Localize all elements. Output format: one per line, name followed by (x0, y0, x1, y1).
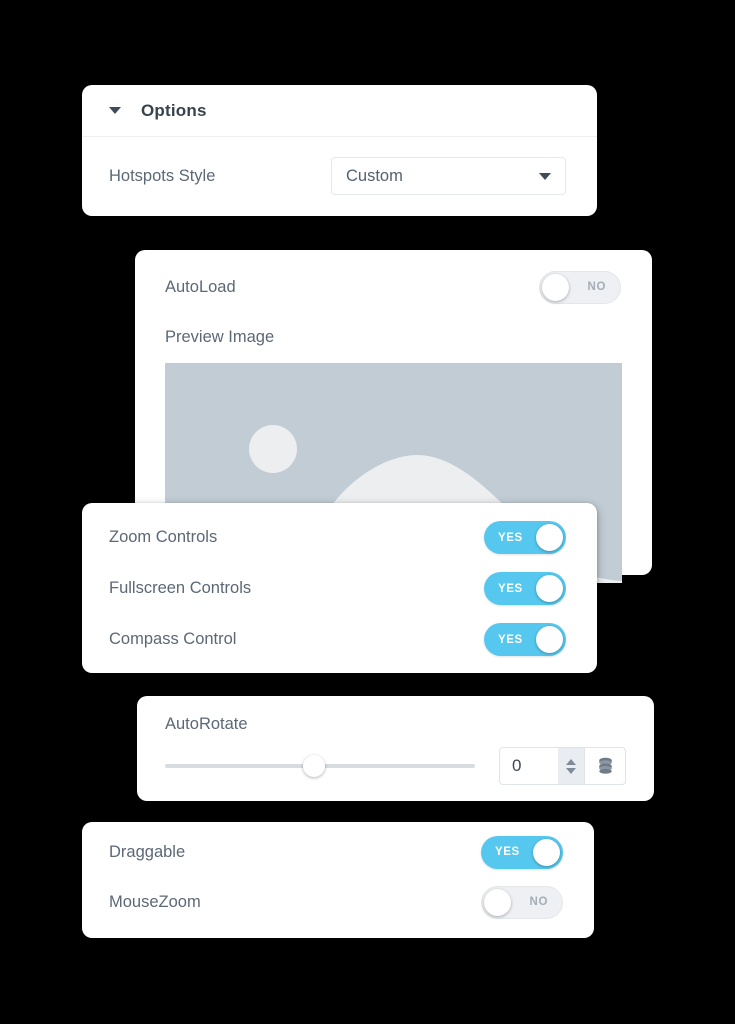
autorotate-label: AutoRotate (165, 715, 248, 733)
autorotate-panel: AutoRotate 0 (137, 696, 654, 801)
autorotate-slider[interactable] (165, 755, 475, 777)
draggable-label: Draggable (109, 842, 186, 861)
database-button[interactable] (584, 748, 625, 784)
toggle-knob (484, 888, 511, 916)
preview-image-label: Preview Image (165, 328, 275, 346)
hotspots-style-value: Custom (346, 166, 403, 185)
slider-thumb[interactable] (302, 755, 325, 777)
hotspots-style-select[interactable]: Custom (331, 157, 566, 195)
autoload-label: AutoLoad (165, 277, 236, 296)
database-icon (598, 757, 612, 774)
page-title: Options (141, 100, 207, 120)
toggle-knob (536, 524, 563, 551)
toggle-knob (536, 575, 563, 602)
autoload-row: AutoLoad NO (135, 250, 652, 324)
options-panel-header[interactable]: Options (82, 85, 597, 137)
toggle-knob (533, 838, 560, 866)
mousezoom-row: MouseZoom NO (82, 877, 594, 927)
compass-control-toggle-state: YES (498, 633, 523, 646)
fullscreen-controls-label: Fullscreen Controls (109, 579, 252, 597)
autoload-toggle-state: NO (587, 281, 606, 293)
screen-background: Options Hotspots Style Custom AutoLoad N… (0, 0, 735, 1024)
zoom-controls-row: Zoom Controls YES (82, 512, 597, 563)
compass-control-row: Compass Control YES (82, 614, 597, 665)
autorotate-stepper[interactable] (558, 748, 584, 784)
mousezoom-toggle-state: NO (529, 896, 548, 908)
zoom-controls-toggle[interactable]: YES (484, 521, 566, 554)
toggle-knob (536, 626, 563, 653)
autorotate-number-input[interactable]: 0 (500, 748, 558, 784)
fullscreen-controls-row: Fullscreen Controls YES (82, 563, 597, 614)
compass-control-label: Compass Control (109, 630, 237, 648)
mousezoom-label: MouseZoom (109, 892, 201, 911)
chevron-down-icon (539, 172, 551, 180)
compass-control-toggle[interactable]: YES (484, 623, 566, 656)
drag-panel: Draggable YES MouseZoom NO (82, 822, 594, 938)
draggable-row: Draggable YES (82, 827, 594, 877)
zoom-controls-label: Zoom Controls (109, 528, 218, 546)
caret-down-icon[interactable] (109, 107, 121, 114)
zoom-controls-toggle-state: YES (498, 531, 523, 544)
draggable-toggle[interactable]: YES (481, 835, 563, 869)
hotspots-style-row: Hotspots Style Custom (82, 137, 597, 215)
hotspots-style-label: Hotspots Style (109, 166, 216, 185)
draggable-toggle-state: YES (495, 846, 520, 858)
autorotate-number-group: 0 (499, 747, 626, 785)
chevron-down-icon[interactable] (566, 767, 576, 774)
toggle-knob (542, 273, 569, 301)
fullscreen-controls-toggle[interactable]: YES (484, 572, 566, 605)
autorotate-controls: 0 (137, 734, 654, 785)
options-panel: Options Hotspots Style Custom (82, 85, 597, 216)
controls-panel: Zoom Controls YES Fullscreen Controls YE… (82, 503, 597, 673)
chevron-up-icon[interactable] (566, 758, 576, 765)
mousezoom-toggle[interactable]: NO (481, 885, 563, 919)
autoload-toggle[interactable]: NO (539, 270, 621, 304)
fullscreen-controls-toggle-state: YES (498, 582, 523, 595)
